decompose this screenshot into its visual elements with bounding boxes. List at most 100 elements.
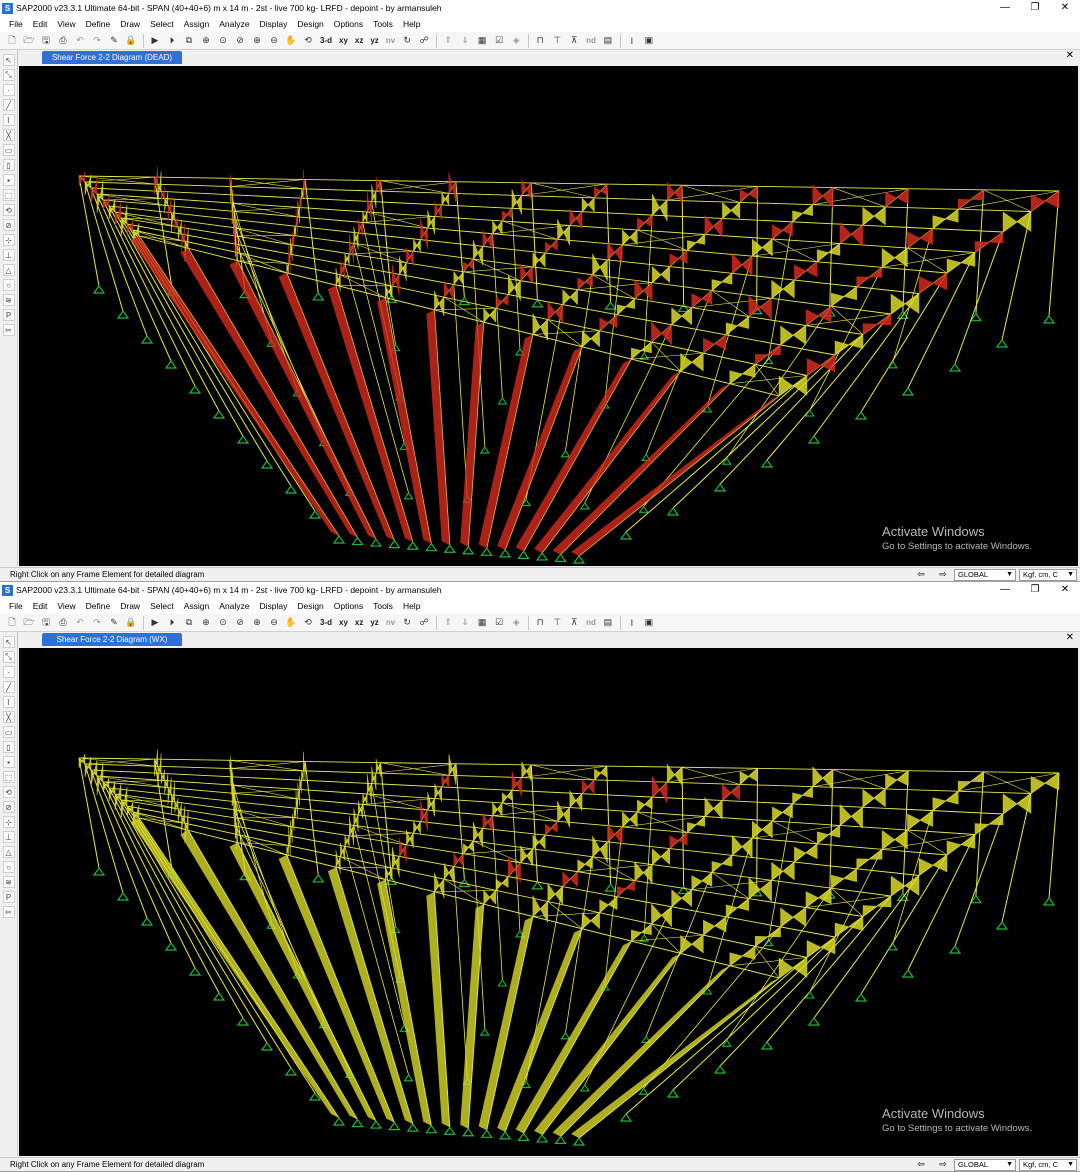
spring-support-icon[interactable]: ≋: [2, 294, 15, 306]
draw-cable-icon[interactable]: ⌇: [2, 114, 15, 126]
view-xy-button[interactable]: xy: [336, 34, 351, 48]
frame-draw-icon[interactable]: ⊓: [532, 616, 548, 630]
model-viewport-dead[interactable]: Activate Windows Go to Settings to activ…: [19, 66, 1078, 566]
menu-analyze[interactable]: Analyze: [214, 19, 254, 29]
ps-icon[interactable]: P: [2, 309, 15, 321]
view-3d-button[interactable]: 3-d: [317, 34, 335, 48]
frame-draw-icon[interactable]: ⊓: [532, 34, 548, 48]
lock-icon[interactable]: 🔒: [123, 616, 139, 630]
menu-design[interactable]: Design: [292, 601, 328, 611]
table-icon[interactable]: ▤: [600, 34, 616, 48]
zoom-previous-icon[interactable]: ⊘: [232, 616, 248, 630]
shear-force-diagram-wx[interactable]: [19, 648, 1078, 1156]
view-yz-button[interactable]: yz: [367, 616, 381, 630]
frame-box-icon[interactable]: ▣: [641, 616, 657, 630]
select-previous-icon[interactable]: ⟲: [2, 786, 15, 798]
frame-box-icon[interactable]: ▣: [641, 34, 657, 48]
checkbox-icon[interactable]: ☑: [491, 616, 507, 630]
pinned-support-icon[interactable]: △: [2, 264, 15, 276]
units-select[interactable]: Kgf, cm, C ▼: [1019, 568, 1077, 581]
draw-solid-icon[interactable]: ▪: [2, 174, 15, 186]
spring-support-icon[interactable]: ≋: [2, 876, 15, 888]
close-view-icon[interactable]: ✕: [1066, 50, 1074, 61]
view-3d-button[interactable]: 3-d: [317, 616, 335, 630]
select-previous-icon[interactable]: ⟲: [2, 204, 15, 216]
display-options-icon[interactable]: ◈: [508, 34, 524, 48]
zoom-window-icon[interactable]: ⊕: [198, 616, 214, 630]
clear-selection-icon[interactable]: ⊘: [2, 801, 15, 813]
undo-icon[interactable]: ↶: [72, 616, 88, 630]
refresh-icon[interactable]: ⧉: [181, 34, 197, 48]
open-file-icon[interactable]: 🗁: [21, 616, 37, 630]
step-back-icon[interactable]: ⇦: [910, 569, 932, 580]
section-i-icon[interactable]: I: [624, 34, 640, 48]
step-back-icon[interactable]: ⇦: [910, 1159, 932, 1170]
menu-options[interactable]: Options: [329, 601, 368, 611]
edit-pencil-icon[interactable]: ✎: [106, 616, 122, 630]
grid-options-icon[interactable]: ▦: [474, 34, 490, 48]
grid-options-icon[interactable]: ▦: [474, 616, 490, 630]
close-view-icon[interactable]: ✕: [1066, 632, 1074, 643]
perspective-icon[interactable]: ☍: [416, 34, 432, 48]
coordinate-system-select[interactable]: GLOBAL ▼: [954, 1158, 1016, 1171]
menu-assign[interactable]: Assign: [179, 19, 215, 29]
print-icon[interactable]: ⎙: [55, 616, 71, 630]
snap-icon[interactable]: ⊹: [2, 234, 15, 246]
section-cut-icon[interactable]: ✂: [2, 906, 15, 918]
menu-view[interactable]: View: [52, 19, 80, 29]
coordinate-system-select[interactable]: GLOBAL ▼: [954, 568, 1016, 581]
menu-edit[interactable]: Edit: [28, 19, 53, 29]
menu-file[interactable]: File: [4, 19, 28, 29]
draw-rect-area-icon[interactable]: ▯: [2, 741, 15, 753]
run-analysis-icon[interactable]: ▶: [147, 34, 163, 48]
select-all-icon[interactable]: ⬚: [2, 771, 15, 783]
select-all-icon[interactable]: ⬚: [2, 189, 15, 201]
menu-options[interactable]: Options: [329, 19, 368, 29]
rotate-3d-icon[interactable]: ↻: [399, 616, 415, 630]
fixed-support-icon[interactable]: ⊥: [2, 249, 15, 261]
fixed-support-icon[interactable]: ⊥: [2, 831, 15, 843]
rotate-view-icon[interactable]: ⟲: [300, 616, 316, 630]
frame-section-icon[interactable]: ⊤: [549, 34, 565, 48]
step-forward-icon[interactable]: ⇨: [932, 1159, 954, 1170]
display-options-icon[interactable]: ◈: [508, 616, 524, 630]
draw-rect-area-icon[interactable]: ▯: [2, 159, 15, 171]
save-icon[interactable]: 🖫: [38, 34, 54, 48]
reshape-icon[interactable]: ⤡: [2, 651, 15, 663]
frame-section-icon[interactable]: ⊤: [549, 616, 565, 630]
zoom-out-icon[interactable]: ⊖: [266, 34, 282, 48]
menu-display[interactable]: Display: [254, 601, 292, 611]
zoom-in-icon[interactable]: ⊕: [249, 34, 265, 48]
zoom-previous-icon[interactable]: ⊘: [232, 34, 248, 48]
view-nv-button[interactable]: nv: [383, 616, 398, 630]
new-file-icon[interactable]: 🗋: [4, 34, 20, 48]
maximize-icon[interactable]: ❐: [1020, 582, 1050, 598]
move-down-icon[interactable]: ⇓: [457, 34, 473, 48]
rotate-3d-icon[interactable]: ↻: [399, 34, 415, 48]
roller-support-icon[interactable]: ○: [2, 861, 15, 873]
menu-assign[interactable]: Assign: [179, 601, 215, 611]
pointer-icon[interactable]: ↖: [2, 54, 15, 66]
checkbox-icon[interactable]: ☑: [491, 34, 507, 48]
menu-draw[interactable]: Draw: [115, 19, 145, 29]
menu-analyze[interactable]: Analyze: [214, 601, 254, 611]
section-i-icon[interactable]: I: [624, 616, 640, 630]
section-cut-icon[interactable]: ✂: [2, 324, 15, 336]
rotate-view-icon[interactable]: ⟲: [300, 34, 316, 48]
menu-select[interactable]: Select: [145, 19, 179, 29]
close-icon[interactable]: ✕: [1050, 0, 1080, 16]
lock-icon[interactable]: 🔒: [123, 34, 139, 48]
step-forward-icon[interactable]: ⇨: [932, 569, 954, 580]
open-file-icon[interactable]: 🗁: [21, 34, 37, 48]
view-xz-button[interactable]: xz: [352, 34, 366, 48]
units-select[interactable]: Kgf, cm, C ▼: [1019, 1158, 1077, 1171]
redo-icon[interactable]: ↷: [89, 616, 105, 630]
menu-design[interactable]: Design: [292, 19, 328, 29]
undo-icon[interactable]: ↶: [72, 34, 88, 48]
pinned-support-icon[interactable]: △: [2, 846, 15, 858]
pan-icon[interactable]: ✋: [283, 616, 299, 630]
frame-release-icon[interactable]: ⊼: [566, 34, 582, 48]
menu-edit[interactable]: Edit: [28, 601, 53, 611]
snap-icon[interactable]: ⊹: [2, 816, 15, 828]
node-display-button[interactable]: nd: [583, 616, 599, 630]
